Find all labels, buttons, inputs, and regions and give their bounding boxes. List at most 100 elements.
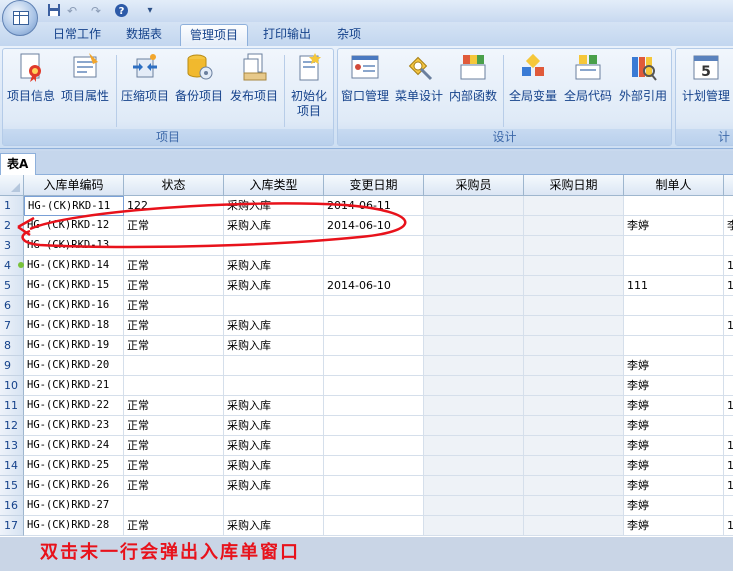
table-cell[interactable] bbox=[524, 516, 624, 536]
column-header[interactable]: 入库单编码 bbox=[24, 175, 124, 196]
table-cell[interactable] bbox=[424, 476, 524, 496]
table-cell[interactable]: 采购入库 bbox=[224, 196, 324, 216]
tab-manage-project[interactable]: 管理项目 bbox=[180, 24, 249, 46]
schedule-management-button[interactable]: 5 计划管理 bbox=[678, 51, 733, 104]
table-cell[interactable]: 1 bbox=[724, 276, 733, 296]
table-cell[interactable]: 122 bbox=[124, 196, 224, 216]
table-cell[interactable]: HG-(CK)RKD-11 bbox=[24, 196, 124, 216]
table-cell[interactable]: HG-(CK)RKD-15 bbox=[24, 276, 124, 296]
table-cell[interactable] bbox=[324, 336, 424, 356]
external-references-button[interactable]: 外部引用 bbox=[615, 51, 671, 104]
table-cell[interactable] bbox=[724, 376, 733, 396]
table-cell[interactable]: 李婷 bbox=[624, 476, 724, 496]
table-cell[interactable] bbox=[524, 496, 624, 516]
data-grid[interactable]: 入库单编码 状态 入库类型 变更日期 采购员 采购日期 制单人 1 HG-(CK)RKD-11 1… bbox=[0, 175, 733, 537]
table-cell[interactable] bbox=[724, 196, 733, 216]
table-cell[interactable]: 2014-06-11 bbox=[324, 196, 424, 216]
column-header[interactable]: 采购日期 bbox=[524, 175, 624, 196]
table-cell[interactable]: HG-(CK)RKD-25 bbox=[24, 456, 124, 476]
row-header[interactable]: 6 bbox=[0, 296, 24, 316]
tab-data-table[interactable]: 数据表 bbox=[117, 24, 171, 46]
column-header[interactable]: 变更日期 bbox=[324, 175, 424, 196]
table-cell[interactable] bbox=[324, 296, 424, 316]
table-cell[interactable]: HG-(CK)RKD-26 bbox=[24, 476, 124, 496]
table-cell[interactable] bbox=[124, 496, 224, 516]
table-cell[interactable]: 李婷 bbox=[624, 516, 724, 536]
table-cell[interactable] bbox=[524, 196, 624, 216]
row-header[interactable]: 7 bbox=[0, 316, 24, 336]
table-cell[interactable] bbox=[624, 256, 724, 276]
table-cell[interactable]: 李婷 bbox=[624, 376, 724, 396]
table-cell[interactable]: HG-(CK)RKD-18 bbox=[24, 316, 124, 336]
table-cell[interactable]: 正常 bbox=[124, 256, 224, 276]
backup-project-button[interactable]: 备份项目 bbox=[173, 51, 225, 104]
table-cell[interactable]: 采购入库 bbox=[224, 276, 324, 296]
table-cell[interactable]: 采购入库 bbox=[224, 456, 324, 476]
table-cell[interactable]: 采购入库 bbox=[224, 216, 324, 236]
tab-misc[interactable]: 杂项 bbox=[328, 24, 370, 46]
table-cell[interactable] bbox=[224, 376, 324, 396]
table-cell[interactable] bbox=[624, 236, 724, 256]
row-header[interactable]: 14 bbox=[0, 456, 24, 476]
table-cell[interactable]: 正常 bbox=[124, 216, 224, 236]
table-cell[interactable]: HG-(CK)RKD-20 bbox=[24, 356, 124, 376]
global-variables-button[interactable]: 全局变量 bbox=[506, 51, 560, 104]
table-cell[interactable] bbox=[324, 356, 424, 376]
table-cell[interactable]: 采购入库 bbox=[224, 316, 324, 336]
table-cell[interactable] bbox=[424, 336, 524, 356]
table-cell[interactable] bbox=[524, 376, 624, 396]
table-cell[interactable]: 1 bbox=[724, 436, 733, 456]
table-cell[interactable] bbox=[724, 236, 733, 256]
tab-print-output[interactable]: 打印输出 bbox=[254, 24, 320, 46]
table-cell[interactable]: 1 bbox=[724, 256, 733, 276]
table-cell[interactable]: HG-(CK)RKD-19 bbox=[24, 336, 124, 356]
row-header[interactable]: 9 bbox=[0, 356, 24, 376]
table-cell[interactable] bbox=[124, 356, 224, 376]
table-cell[interactable] bbox=[424, 216, 524, 236]
table-cell[interactable]: HG-(CK)RKD-14 bbox=[24, 256, 124, 276]
table-cell[interactable]: 李婷 bbox=[624, 356, 724, 376]
row-header[interactable]: 5 bbox=[0, 276, 24, 296]
table-cell[interactable]: 采购入库 bbox=[224, 516, 324, 536]
table-cell[interactable] bbox=[624, 196, 724, 216]
table-cell[interactable] bbox=[324, 516, 424, 536]
table-cell[interactable]: HG-(CK)RKD-23 bbox=[24, 416, 124, 436]
table-cell[interactable]: 正常 bbox=[124, 296, 224, 316]
table-cell[interactable] bbox=[524, 456, 624, 476]
table-cell[interactable] bbox=[524, 436, 624, 456]
table-cell[interactable] bbox=[424, 516, 524, 536]
menu-design-button[interactable]: 菜单设计 bbox=[393, 51, 445, 104]
table-cell[interactable] bbox=[424, 276, 524, 296]
table-cell[interactable] bbox=[324, 376, 424, 396]
global-code-button[interactable]: 全局代码 bbox=[562, 51, 614, 104]
table-cell[interactable]: 正常 bbox=[124, 276, 224, 296]
table-cell[interactable] bbox=[324, 256, 424, 276]
table-cell[interactable]: 李 bbox=[724, 216, 733, 236]
tab-daily-work[interactable]: 日常工作 bbox=[44, 24, 110, 46]
table-cell[interactable] bbox=[724, 496, 733, 516]
table-cell[interactable] bbox=[224, 496, 324, 516]
table-cell[interactable] bbox=[424, 376, 524, 396]
table-cell[interactable]: HG-(CK)RKD-28 bbox=[24, 516, 124, 536]
sheet-tab-a[interactable]: 表A bbox=[0, 153, 36, 175]
table-cell[interactable]: 正常 bbox=[124, 416, 224, 436]
table-cell[interactable] bbox=[324, 316, 424, 336]
undo-icon[interactable]: ↶ bbox=[64, 3, 80, 19]
table-cell[interactable] bbox=[424, 456, 524, 476]
row-header[interactable]: 10 bbox=[0, 376, 24, 396]
table-cell[interactable] bbox=[624, 336, 724, 356]
table-cell[interactable]: 正常 bbox=[124, 456, 224, 476]
row-header[interactable]: 1 bbox=[0, 196, 24, 216]
table-cell[interactable] bbox=[424, 256, 524, 276]
table-cell[interactable]: 采购入库 bbox=[224, 396, 324, 416]
row-header[interactable]: 12 bbox=[0, 416, 24, 436]
table-cell[interactable] bbox=[124, 376, 224, 396]
table-cell[interactable] bbox=[524, 256, 624, 276]
table-cell[interactable] bbox=[524, 396, 624, 416]
table-cell[interactable] bbox=[524, 476, 624, 496]
column-header[interactable]: 入库类型 bbox=[224, 175, 324, 196]
save-icon[interactable] bbox=[46, 3, 62, 19]
table-cell[interactable]: 1 bbox=[724, 516, 733, 536]
table-cell[interactable]: 1 bbox=[724, 476, 733, 496]
row-header[interactable]: 2 bbox=[0, 216, 24, 236]
